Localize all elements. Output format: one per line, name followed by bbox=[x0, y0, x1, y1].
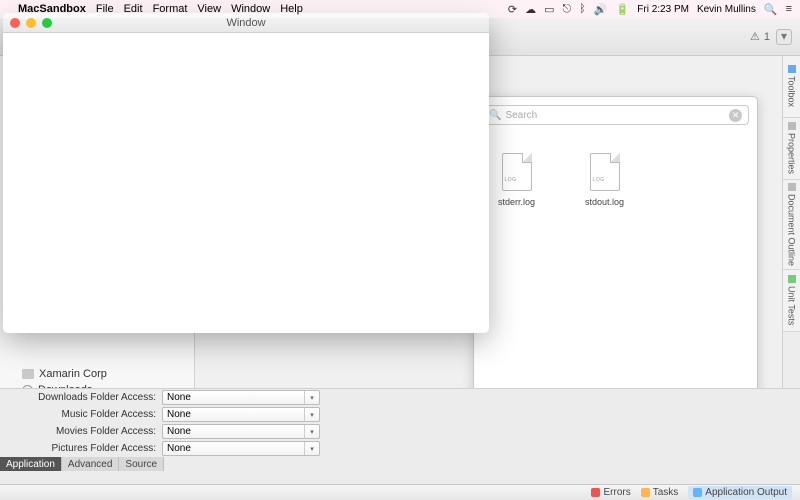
clear-search-button[interactable]: ✕ bbox=[729, 109, 742, 122]
file-item[interactable]: LOG stderr.log bbox=[498, 153, 535, 207]
folder-icon bbox=[22, 369, 34, 379]
notification-center-icon[interactable]: ≡ bbox=[786, 3, 792, 15]
menu-file[interactable]: File bbox=[96, 3, 114, 15]
file-item[interactable]: LOG stdout.log bbox=[585, 153, 624, 207]
sync-icon[interactable]: ⟳ bbox=[508, 3, 517, 16]
chevron-down-icon: ▾ bbox=[304, 425, 319, 438]
menu-edit[interactable]: Edit bbox=[124, 3, 143, 15]
warning-count: 1 bbox=[764, 31, 770, 43]
battery-icon[interactable]: 🔋 bbox=[616, 3, 630, 16]
system-menubar: MacSandbox File Edit Format View Window … bbox=[0, 0, 800, 18]
warning-icon: ⚠ bbox=[750, 30, 760, 43]
chevron-down-icon: ▾ bbox=[304, 408, 319, 421]
menubar-user[interactable]: Kevin Mullins bbox=[697, 4, 756, 15]
file-icon: LOG bbox=[590, 153, 620, 191]
volume-icon[interactable]: 🔊 bbox=[594, 3, 608, 16]
file-name: stderr.log bbox=[498, 197, 535, 207]
tests-icon bbox=[788, 275, 796, 283]
spotlight-icon[interactable]: 🔍 bbox=[764, 3, 778, 16]
option-dropdown[interactable]: None▾ bbox=[162, 424, 320, 439]
finder-search[interactable]: 🔍 Search ✕ bbox=[482, 105, 749, 125]
tab-application[interactable]: Application bbox=[0, 457, 62, 471]
outline-icon bbox=[788, 183, 796, 191]
search-placeholder: Search bbox=[505, 110, 537, 121]
wifi-icon[interactable]: ⎋ bbox=[563, 3, 572, 16]
toolbox-icon bbox=[788, 65, 796, 73]
tab-properties[interactable]: Properties bbox=[783, 118, 800, 180]
errors-icon bbox=[591, 488, 600, 497]
bluetooth-icon[interactable]: ᛒ bbox=[579, 3, 586, 15]
notification-area: ⚠ 1 bbox=[750, 30, 770, 43]
option-label: Movies Folder Access: bbox=[12, 426, 162, 437]
option-dropdown[interactable]: None▾ bbox=[162, 441, 320, 456]
file-name: stdout.log bbox=[585, 197, 624, 207]
menu-view[interactable]: View bbox=[197, 3, 221, 15]
tab-unit-tests[interactable]: Unit Tests bbox=[783, 270, 800, 332]
option-dropdown[interactable]: None▾ bbox=[162, 407, 320, 422]
menubar-clock[interactable]: Fri 2:23 PM bbox=[637, 4, 689, 15]
menu-window[interactable]: Window bbox=[231, 3, 270, 15]
display-icon[interactable]: ▭ bbox=[544, 3, 554, 16]
output-icon bbox=[693, 488, 702, 497]
properties-icon bbox=[788, 122, 796, 130]
status-tasks[interactable]: Tasks bbox=[641, 487, 679, 498]
search-icon: 🔍 bbox=[489, 110, 501, 121]
cloud-icon[interactable]: ☁ bbox=[525, 3, 536, 16]
ide-status-bar: Errors Tasks Application Output bbox=[0, 484, 800, 500]
tab-advanced[interactable]: Advanced bbox=[62, 457, 119, 471]
menu-help[interactable]: Help bbox=[280, 3, 303, 15]
app-window: Window bbox=[3, 13, 489, 333]
option-label: Downloads Folder Access: bbox=[12, 392, 162, 403]
panel-toggle-button[interactable]: ▾ bbox=[776, 29, 792, 45]
option-dropdown[interactable]: None▾ bbox=[162, 390, 320, 405]
status-errors[interactable]: Errors bbox=[591, 487, 630, 498]
tab-source[interactable]: Source bbox=[119, 457, 164, 471]
option-label: Music Folder Access: bbox=[12, 409, 162, 420]
app-name[interactable]: MacSandbox bbox=[18, 3, 86, 15]
chevron-down-icon: ▾ bbox=[304, 391, 319, 404]
menu-format[interactable]: Format bbox=[153, 3, 188, 15]
tasks-icon bbox=[641, 488, 650, 497]
option-label: Pictures Folder Access: bbox=[12, 443, 162, 454]
tab-document-outline[interactable]: Document Outline bbox=[783, 180, 800, 270]
tab-toolbox[interactable]: Toolbox bbox=[783, 56, 800, 118]
sidebar-item[interactable]: Xamarin Corp bbox=[0, 366, 194, 382]
window-title: Window bbox=[3, 17, 489, 29]
chevron-down-icon: ▾ bbox=[304, 442, 319, 455]
options-tabs: Application Advanced Source bbox=[0, 457, 800, 471]
file-icon: LOG bbox=[502, 153, 532, 191]
status-app-output[interactable]: Application Output bbox=[688, 486, 792, 499]
